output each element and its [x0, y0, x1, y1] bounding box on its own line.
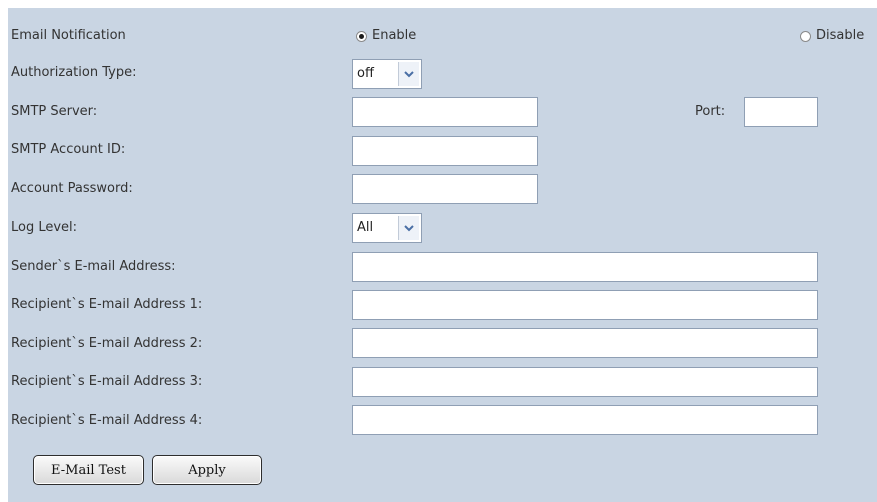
enable-radio[interactable]: Enable: [356, 26, 416, 46]
log-level-value: All: [357, 220, 374, 235]
recipient-email-1-input[interactable]: [352, 290, 818, 320]
radio-unselected-icon: [800, 30, 811, 42]
email-test-button[interactable]: E-Mail Test: [33, 455, 144, 485]
recipient-email-1-label: Recipient`s E-mail Address 1:: [11, 297, 203, 312]
smtp-server-input[interactable]: [352, 97, 538, 127]
recipient-email-4-input[interactable]: [352, 405, 818, 435]
log-level-select[interactable]: All: [352, 213, 422, 243]
recipient-email-2-input[interactable]: [352, 328, 818, 358]
authorization-type-select[interactable]: off: [352, 59, 422, 89]
smtp-server-label: SMTP Server:: [11, 104, 98, 119]
recipient-email-3-input[interactable]: [352, 367, 818, 397]
disable-radio-label: Disable: [816, 28, 865, 43]
smtp-account-id-input[interactable]: [352, 136, 538, 166]
email-notification-label: Email Notification: [11, 28, 126, 43]
recipient-email-3-label: Recipient`s E-mail Address 3:: [11, 374, 203, 389]
account-password-input[interactable]: [352, 174, 538, 204]
recipient-email-2-label: Recipient`s E-mail Address 2:: [11, 336, 203, 351]
recipient-email-4-label: Recipient`s E-mail Address 4:: [11, 413, 203, 428]
smtp-account-id-label: SMTP Account ID:: [11, 142, 126, 157]
chevron-down-icon[interactable]: [398, 62, 419, 86]
chevron-down-icon[interactable]: [398, 216, 419, 240]
sender-email-label: Sender`s E-mail Address:: [11, 259, 176, 274]
authorization-type-label: Authorization Type:: [11, 65, 137, 80]
apply-button[interactable]: Apply: [152, 455, 262, 485]
radio-selected-icon: [356, 30, 367, 42]
enable-radio-label: Enable: [372, 28, 417, 43]
authorization-type-value: off: [357, 66, 374, 81]
port-input[interactable]: [744, 97, 818, 127]
disable-radio[interactable]: Disable: [800, 26, 864, 46]
log-level-label: Log Level:: [11, 220, 78, 235]
account-password-label: Account Password:: [11, 181, 133, 196]
port-label: Port:: [695, 104, 726, 119]
sender-email-input[interactable]: [352, 252, 818, 282]
